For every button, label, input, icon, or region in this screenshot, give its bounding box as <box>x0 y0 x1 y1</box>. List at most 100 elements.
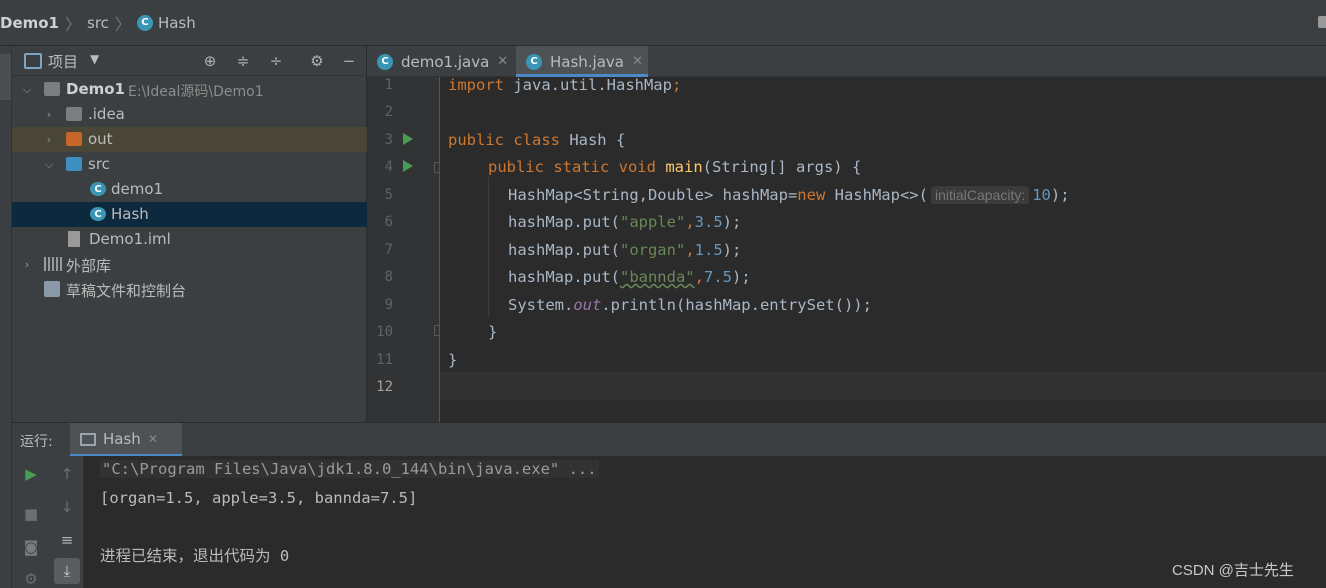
soft-wrap-icon[interactable]: ≡ <box>58 531 76 549</box>
class-icon: C <box>90 182 106 196</box>
keyword: new <box>797 186 826 204</box>
close-icon[interactable]: ✕ <box>148 432 158 446</box>
tree-item-external-libraries[interactable]: › 外部库 <box>12 252 367 277</box>
scratch-icon <box>44 281 60 297</box>
project-panel-title[interactable]: 项目 <box>48 51 78 72</box>
user-icon[interactable] <box>1318 16 1326 28</box>
chevron-down-icon[interactable]: ⌵ <box>43 159 55 171</box>
project-path: E:\Ideal源码\Demo1 <box>128 84 264 100</box>
tree-item-demo1-iml[interactable]: Demo1.iml <box>12 227 367 252</box>
chevron-down-icon[interactable]: ⌵ <box>21 84 33 96</box>
number: 7.5 <box>703 268 732 286</box>
chevron-right-icon[interactable]: › <box>43 134 55 146</box>
editor-tabs: C demo1.java ✕ C Hash.java ✕ <box>367 46 1326 77</box>
project-panel-header: 项目 ▼ ⊕ ≑ ÷ ⚙ − <box>12 46 367 76</box>
code-text: , <box>685 241 695 259</box>
tree-item-label: src <box>88 155 110 173</box>
library-icon <box>44 257 62 271</box>
tab-demo1-java[interactable]: C demo1.java ✕ <box>377 46 515 77</box>
console-toolbar: ↑ ↓ ≡ ⤓ <box>50 456 84 588</box>
code-text: Hash { <box>559 131 626 149</box>
code-text: HashMap<String,Double> hashMap= <box>508 186 798 204</box>
code-line-8: hashMap.put("bannda",7.5); <box>508 268 751 286</box>
string: "bannda" <box>619 268 695 286</box>
tab-run-hash[interactable]: Hash ✕ <box>70 423 182 457</box>
scroll-to-end-icon[interactable]: ⤓ <box>54 558 80 584</box>
code-text: hashMap.put( <box>508 213 620 231</box>
tree-item-label: Demo1.iml <box>89 230 171 248</box>
code-text: ); <box>722 213 742 231</box>
code-text: System. <box>508 296 574 314</box>
tab-label: Hash.java <box>550 52 624 71</box>
function-name: main <box>665 158 703 176</box>
iml-file-icon <box>68 231 80 247</box>
current-line-highlight <box>440 372 1326 400</box>
arrow-up-icon[interactable]: ↑ <box>58 465 76 483</box>
number: 10 <box>1032 186 1051 204</box>
code-line-1: import java.util.HashMap; <box>448 76 681 94</box>
tree-item-label: demo1 <box>111 180 164 198</box>
code-line-11: } <box>448 351 457 369</box>
code-line-9: System.out.println(hashMap.entrySet()); <box>508 296 872 314</box>
code-text: ); <box>1050 186 1070 204</box>
collapse-all-icon[interactable]: ÷ <box>267 52 285 70</box>
console-output-line: [organ=1.5, apple=3.5, bannda=7.5] <box>100 489 418 507</box>
tree-item-scratches[interactable]: 草稿文件和控制台 <box>12 277 367 302</box>
tree-item-label: 外部库 <box>66 257 112 275</box>
chevron-right-icon[interactable]: › <box>43 109 55 121</box>
code-line-10: } <box>488 323 497 341</box>
breadcrumb: Demo1 〉 src 〉 C Hash <box>0 0 1326 46</box>
line-number: 12 <box>376 379 393 395</box>
tree-item-hash-class[interactable]: C Hash <box>12 202 367 227</box>
project-panel: 项目 ▼ ⊕ ≑ ÷ ⚙ − ⌵ Demo1 E:\Ideal源码\Demo1 … <box>12 46 367 422</box>
code-text: ); <box>722 241 742 259</box>
code-text: , <box>685 213 695 231</box>
tree-item-label: Hash <box>111 205 149 223</box>
stop-icon[interactable]: ■ <box>22 505 40 523</box>
camera-icon[interactable]: ◙ <box>22 538 40 556</box>
tree-item-label: Demo1 <box>66 80 125 98</box>
tree-item-out[interactable]: › out <box>12 127 367 152</box>
project-tool-button[interactable] <box>0 54 11 100</box>
tree-item-demo1-project[interactable]: ⌵ Demo1 E:\Ideal源码\Demo1 <box>12 77 367 102</box>
tree-item-idea[interactable]: › .idea <box>12 102 367 127</box>
chevron-right-icon[interactable]: › <box>21 259 33 271</box>
console-command-line[interactable]: "C:\Program Files\Java\jdk1.8.0_144\bin\… <box>100 460 599 478</box>
breadcrumb-folder-label: src <box>87 13 109 32</box>
code-text: , <box>694 268 704 286</box>
number: 3.5 <box>694 213 723 231</box>
arrow-down-icon[interactable]: ↓ <box>58 498 76 516</box>
breadcrumb-project-label: Demo1 <box>0 13 59 32</box>
minimize-icon[interactable]: − <box>340 52 358 70</box>
run-class-icon[interactable] <box>403 133 413 145</box>
view-dropdown-icon[interactable]: ▼ <box>90 52 99 66</box>
tree-item-demo1-class[interactable]: C demo1 <box>12 177 367 202</box>
gear-icon[interactable]: ⚙ <box>308 52 326 70</box>
code-line-6: hashMap.put("apple",3.5); <box>508 213 741 231</box>
folder-icon <box>66 107 82 121</box>
expand-all-icon[interactable]: ≑ <box>234 52 252 70</box>
module-folder-icon <box>44 82 60 96</box>
keyword: public static void <box>488 158 656 176</box>
code-line-4: public static void main(String[] args) { <box>488 158 861 176</box>
rerun-icon[interactable]: ▶ <box>22 465 40 483</box>
console-output[interactable]: "C:\Program Files\Java\jdk1.8.0_144\bin\… <box>84 456 1326 588</box>
close-icon[interactable]: ✕ <box>497 54 508 69</box>
settings-icon[interactable]: ⚙ <box>22 570 40 588</box>
breadcrumb-project[interactable]: Demo1 <box>0 14 59 32</box>
breadcrumb-file[interactable]: C Hash <box>136 14 196 32</box>
class-icon: C <box>526 53 542 70</box>
close-icon[interactable]: ✕ <box>632 54 643 69</box>
code-text: hashMap.put( <box>508 268 620 286</box>
locate-icon[interactable]: ⊕ <box>201 52 219 70</box>
breadcrumb-folder[interactable]: src <box>87 14 109 32</box>
line-number: 2 <box>384 104 393 120</box>
parameter-hint: initialCapacity: <box>930 186 1030 204</box>
string: "apple" <box>619 213 686 231</box>
code-editor[interactable]: import java.util.HashMap; public class H… <box>439 76 1326 422</box>
tab-hash-java[interactable]: C Hash.java ✕ <box>516 46 648 77</box>
source-folder-icon <box>66 157 82 171</box>
tree-item-src[interactable]: ⌵ src <box>12 152 367 177</box>
run-main-icon[interactable] <box>403 160 413 172</box>
code-text: } <box>488 323 498 341</box>
